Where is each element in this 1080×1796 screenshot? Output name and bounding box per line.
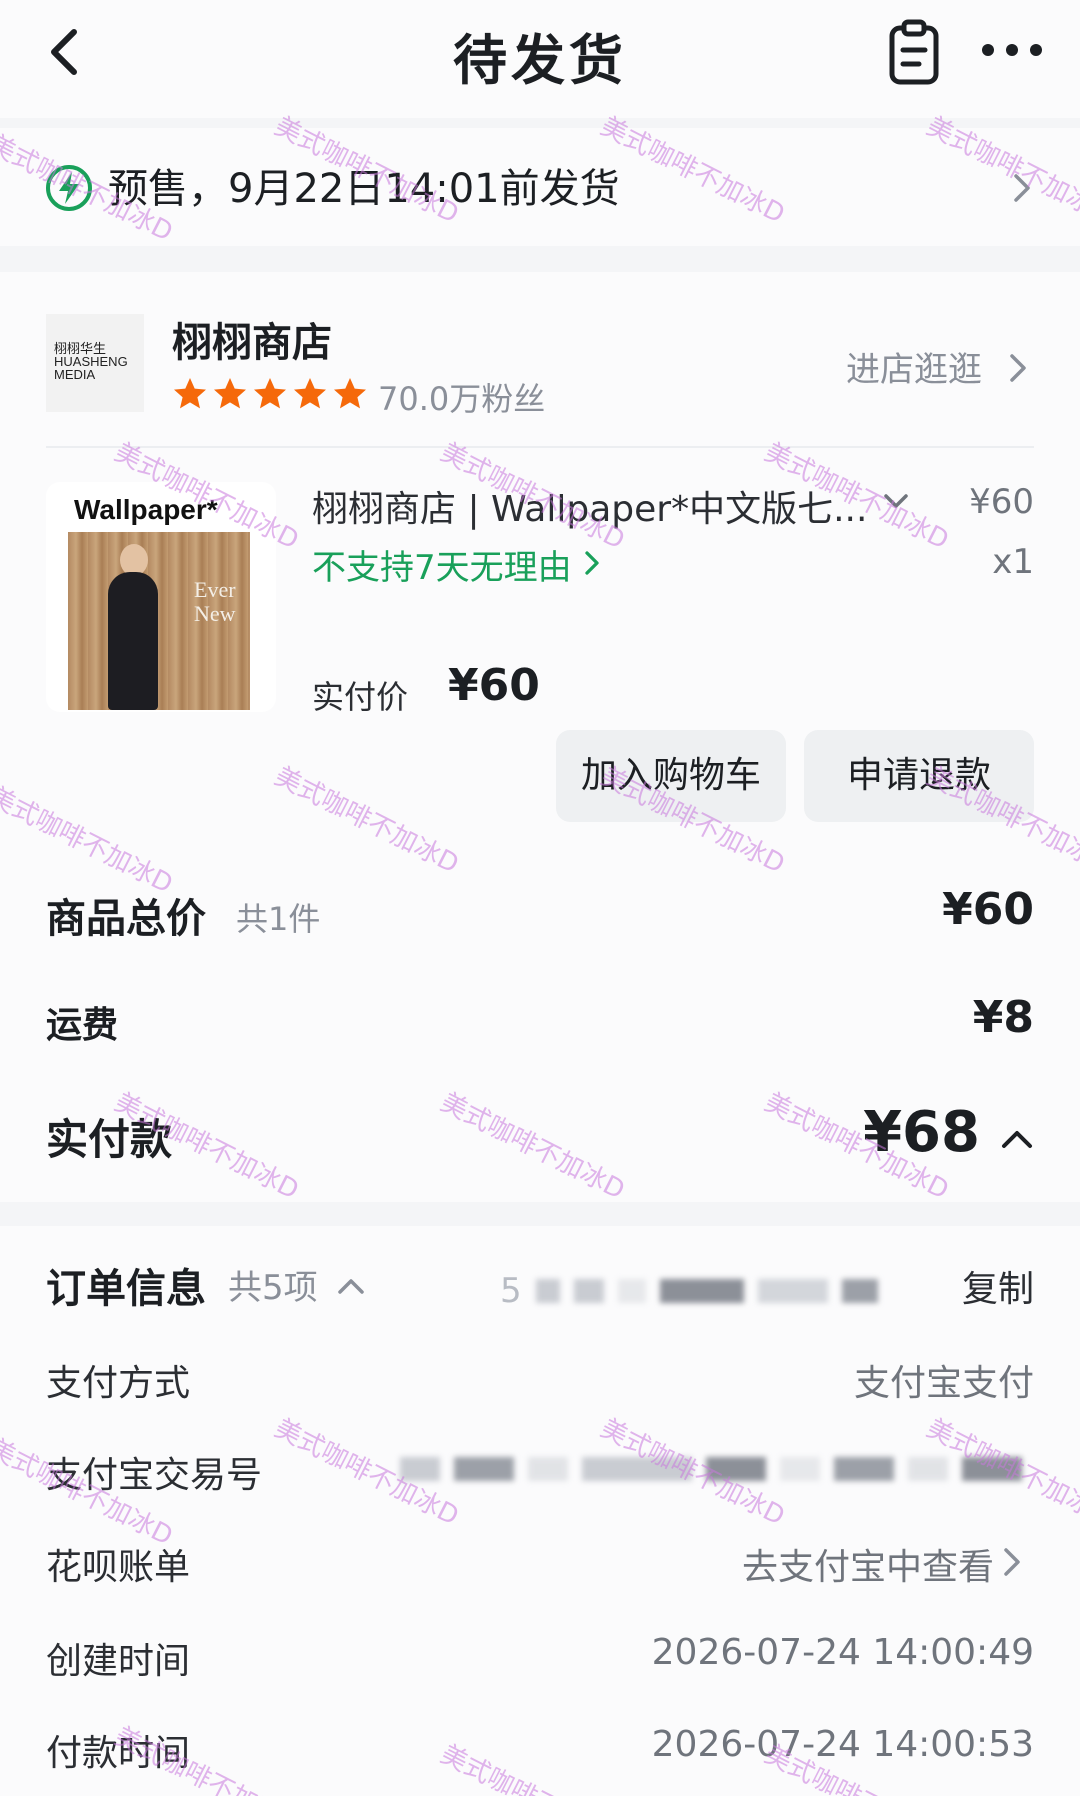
return-policy-link[interactable]: 不支持7天无理由 [312, 540, 572, 589]
product-quantity: x1 [992, 542, 1034, 582]
goods-count: 共1件 [236, 900, 321, 938]
more-button[interactable] [976, 30, 1056, 70]
product-image-figure [108, 572, 158, 710]
shipping-value: ¥8 [972, 992, 1034, 1043]
chevron-down-icon[interactable] [880, 490, 912, 514]
created-time-value: 2026-07-24 14:00:49 [651, 1632, 1034, 1673]
star-icon [294, 378, 326, 409]
alipay-trade-no-masked [400, 1452, 1022, 1486]
product-name[interactable]: 栩栩商店 | Wallpaper*中文版七... [312, 480, 867, 532]
divider [46, 446, 1034, 448]
created-time-label: 创建时间 [46, 1641, 191, 1682]
order-info-title: 订单信息 [46, 1266, 206, 1312]
presale-shipping-notice[interactable]: 预售，9月22日14:01前发货 [0, 128, 1080, 246]
payment-method-value: 支付宝支付 [853, 1363, 1034, 1404]
star-icon [254, 378, 286, 409]
huabei-bill-label: 花呗账单 [46, 1547, 191, 1588]
huabei-bill-link[interactable]: 去支付宝中查看 [742, 1538, 994, 1590]
goods-total-label: 商品总价 [46, 896, 206, 942]
product-image-magazine-title: Wallpaper* [74, 494, 218, 525]
shop-rating [172, 376, 368, 412]
top-bar: 待发货 [0, 0, 1080, 118]
shop-logo-text: 栩栩华生 HUASHENG MEDIA [54, 341, 128, 382]
alipay-trade-no-label: 支付宝交易号 [46, 1455, 263, 1496]
chevron-right-icon [1004, 1548, 1020, 1576]
paid-price-amount: ¥60 [448, 660, 540, 711]
paid-time-value: 2026-07-24 14:00:53 [651, 1724, 1034, 1765]
paid-time-label: 付款时间 [46, 1733, 191, 1774]
paid-price-label: 实付价 [312, 678, 409, 716]
order-number-masked: 5 [500, 1271, 878, 1311]
shipping-label: 运费 [46, 1005, 119, 1046]
chevron-right-icon [1014, 174, 1030, 202]
star-icon [174, 378, 206, 409]
add-to-cart-button[interactable]: 加入购物车 [556, 730, 786, 822]
product-price: ¥60 [969, 482, 1034, 522]
clipboard-button[interactable] [884, 18, 944, 88]
shop-name[interactable]: 栩栩商店 [172, 310, 332, 368]
order-number-partial: 5 [500, 1271, 522, 1311]
return-policy-label: 不支持7天无理由 [312, 548, 572, 588]
order-detail-page: 待发货 预售，9月22日14:01前发货 栩栩华生 HUASHENG MEDIA… [0, 0, 1080, 1796]
goods-total-value: ¥60 [942, 884, 1034, 935]
actual-paid-value[interactable]: ¥68 [863, 1100, 980, 1165]
product-image[interactable]: Ever New Wallpaper* [46, 482, 276, 712]
presale-text: 预售，9月22日14:01前发货 [108, 166, 620, 212]
order-info-count: 共5项 [228, 1268, 318, 1308]
actual-paid-label: 实付款 [46, 1115, 173, 1164]
chevron-right-icon [585, 551, 599, 575]
shop-logo[interactable]: 栩栩华生 HUASHENG MEDIA [46, 314, 144, 412]
chevron-up-icon[interactable] [1000, 1128, 1034, 1150]
chevron-right-icon [1010, 354, 1026, 382]
copy-order-number-button[interactable]: 复制 [962, 1260, 1034, 1312]
star-icon [214, 378, 246, 409]
star-icon [334, 378, 366, 409]
lightning-circle-icon [44, 163, 94, 213]
chevron-up-icon[interactable] [336, 1276, 366, 1296]
order-card: 栩栩华生 HUASHENG MEDIA 栩栩商店 70.0万粉丝 进店逛逛 Ev… [0, 272, 1080, 1202]
shop-fans-count: 70.0万粉丝 [378, 380, 546, 418]
clipboard-icon [889, 19, 939, 85]
more-horizontal-icon [982, 44, 1042, 56]
order-info-section: 订单信息 共5项 5 复制 支付方式 支付宝支付 支付宝交易号 花呗账单 去支付… [0, 1226, 1080, 1796]
refund-button[interactable]: 申请退款 [804, 730, 1034, 822]
enter-shop-link[interactable]: 进店逛逛 [846, 342, 982, 391]
enter-shop-label: 进店逛逛 [846, 350, 982, 390]
payment-method-label: 支付方式 [46, 1363, 191, 1404]
product-image-cover-text: Ever New [194, 577, 236, 626]
